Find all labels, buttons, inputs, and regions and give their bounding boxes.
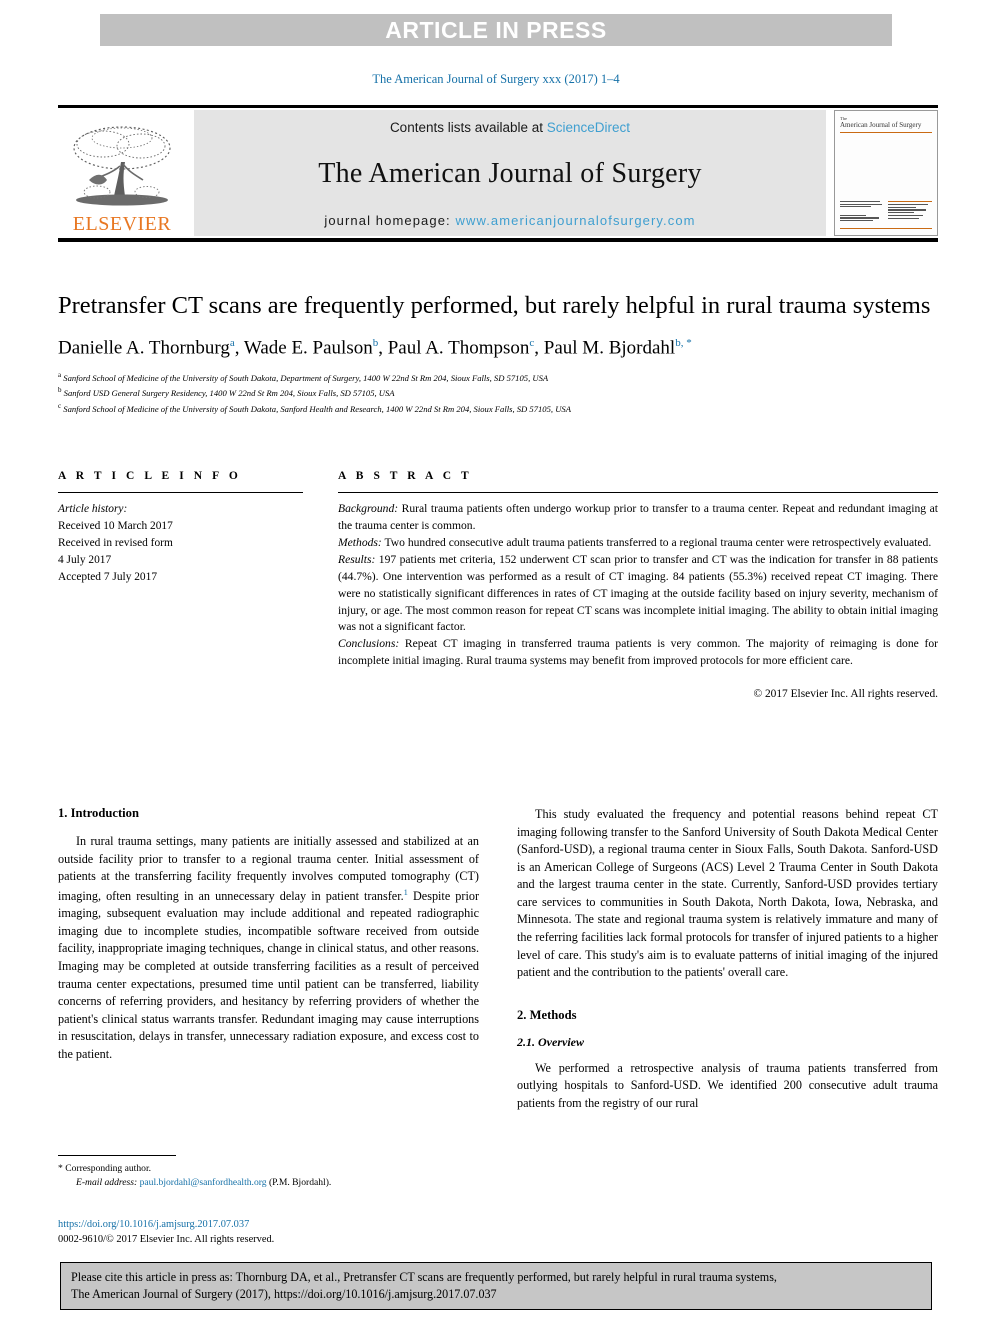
author-name: Danielle A. Thornburg <box>58 337 230 359</box>
elsevier-tree-icon <box>67 122 177 214</box>
cover-contents-block <box>840 200 932 223</box>
journal-title: The American Journal of Surgery <box>318 158 702 189</box>
cover-contents-left <box>840 200 884 223</box>
cover-title: The American Journal of Surgery <box>840 116 932 130</box>
email-suffix: (P.M. Bjordahl). <box>266 1177 332 1189</box>
doi-link[interactable]: https://doi.org/10.1016/j.amjsurg.2017.0… <box>58 1219 249 1230</box>
author-name: Paul A. Thompson <box>387 337 530 359</box>
citation-line-1: Please cite this article in press as: Th… <box>71 1270 777 1284</box>
paragraph: This study evaluated the frequency and p… <box>517 807 938 980</box>
article-history-label: Article history: <box>58 503 128 515</box>
running-head: The American Journal of Surgery xxx (201… <box>372 72 620 86</box>
masthead-bottom-rule <box>58 238 938 242</box>
affiliation-mark: a <box>58 370 62 379</box>
body-right-column: This study evaluated the frequency and p… <box>517 806 938 1112</box>
cover-accent-rule <box>840 131 932 133</box>
article-info-heading: A R T I C L E I N F O <box>58 470 242 482</box>
abstract-section: Results: 197 patients met criteria, 152 … <box>338 552 938 637</box>
abstract-column: A B S T R A C T Background: Rural trauma… <box>338 470 938 703</box>
journal-cover-thumbnail: The American Journal of Surgery <box>834 110 938 236</box>
article-info-rule <box>58 492 303 493</box>
affiliation-mark: b <box>58 386 62 395</box>
affiliation-text: Sanford School of Medicine of the Univer… <box>63 372 549 383</box>
article-history: Article history: Received 10 March 2017 … <box>58 501 303 585</box>
affiliation-item: c Sanford School of Medicine of the Univ… <box>58 401 938 417</box>
elsevier-logo: ELSEVIER <box>58 110 186 236</box>
abstract-section-label: Results: <box>338 552 376 566</box>
email-link[interactable]: paul.bjordahl@sanfordhealth.org <box>140 1177 267 1188</box>
title-block: Pretransfer CT scans are frequently perf… <box>58 290 938 417</box>
article-history-line: Accepted 7 July 2017 <box>58 570 158 583</box>
journal-homepage-prefix: journal homepage: <box>324 213 456 228</box>
paragraph-text: Despite prior imaging, subsequent evalua… <box>58 888 480 1061</box>
page-title: Pretransfer CT scans are frequently perf… <box>58 292 931 319</box>
abstract-heading: A B S T R A C T <box>338 470 473 482</box>
footnote-block: * Corresponding author. E-mail address: … <box>58 1155 479 1191</box>
corresponding-author-line: * Corresponding author. <box>58 1162 479 1176</box>
citation-notice-box: Please cite this article in press as: Th… <box>60 1262 932 1310</box>
body-columns: 1. Introduction In rural trauma settings… <box>58 806 938 1112</box>
abstract-section: Background: Rural trauma patients often … <box>338 501 938 535</box>
doi-line: https://doi.org/10.1016/j.amjsurg.2017.0… <box>58 1218 479 1233</box>
abstract-section: Methods: Two hundred consecutive adult t… <box>338 535 938 552</box>
author-affiliation-mark[interactable]: a <box>230 337 235 349</box>
body-left-column: 1. Introduction In rural trauma settings… <box>58 806 479 1112</box>
affiliation-text: Sanford USD General Surgery Residency, 1… <box>63 388 395 399</box>
contents-lists-prefix: Contents lists available at <box>389 120 547 135</box>
author-name: Wade E. Paulson <box>243 337 373 359</box>
abstract-section-label: Background: <box>338 502 399 515</box>
corresponding-author-marker: * <box>58 1163 63 1174</box>
abstract-body: Background: Rural trauma patients often … <box>338 501 938 703</box>
article-history-line: Received 10 March 2017 <box>58 519 173 532</box>
corresponding-author-label: Corresponding author. <box>65 1163 152 1174</box>
cover-contents-right <box>888 200 932 223</box>
author-name: Paul M. Bjordahl <box>543 337 676 359</box>
article-info-column: A R T I C L E I N F O Article history: R… <box>58 470 303 703</box>
info-abstract-row: A R T I C L E I N F O Article history: R… <box>58 470 938 703</box>
article-in-press-label: ARTICLE IN PRESS <box>385 16 607 43</box>
affiliation-item: b Sanford USD General Surgery Residency,… <box>58 385 938 401</box>
section-heading-methods: 2. Methods <box>517 1007 577 1022</box>
subsection-heading-overview: 2.1. Overview <box>517 1034 584 1049</box>
author-affiliation-mark[interactable]: b <box>373 337 379 349</box>
author-list: Danielle A. Thornburga, Wade E. Paulsonb… <box>58 337 692 359</box>
abstract-rule <box>338 492 938 493</box>
abstract-copyright: © 2017 Elsevier Inc. All rights reserved… <box>753 688 938 701</box>
email-line: E-mail address: paul.bjordahl@sanfordhea… <box>58 1176 479 1190</box>
doi-block: https://doi.org/10.1016/j.amjsurg.2017.0… <box>58 1218 479 1248</box>
masthead-top-rule <box>58 105 938 108</box>
affiliation-list: a Sanford School of Medicine of the Univ… <box>58 370 938 417</box>
section-heading-introduction: 1. Introduction <box>58 806 139 820</box>
paragraph: We performed a retrospective analysis of… <box>517 1060 938 1110</box>
affiliation-mark: c <box>58 402 62 411</box>
paragraph: In rural trauma settings, many patients … <box>58 833 479 1063</box>
article-in-press-banner: ARTICLE IN PRESS <box>100 14 892 46</box>
abstract-section-text: 197 patients met criteria, 152 underwent… <box>338 552 938 634</box>
abstract-section: Conclusions: Repeat CT imaging in transf… <box>338 636 938 670</box>
abstract-section-label: Methods: <box>338 535 382 549</box>
cover-title-main: American Journal of Surgery <box>840 120 922 129</box>
article-history-line: 4 July 2017 <box>58 553 112 566</box>
citation-line-2: The American Journal of Surgery (2017), … <box>71 1287 497 1302</box>
article-history-line: Received in revised form <box>58 536 173 549</box>
abstract-section-text: Repeat CT imaging in transferred trauma … <box>338 637 938 668</box>
author-affiliation-mark[interactable]: c <box>529 337 534 349</box>
journal-homepage-link[interactable]: www.americanjournalofsurgery.com <box>455 213 695 228</box>
journal-masthead: ELSEVIER Contents lists available at Sci… <box>58 105 938 242</box>
author-affiliation-mark[interactable]: b, * <box>675 337 692 349</box>
abstract-section-label: Conclusions: <box>338 637 400 651</box>
abstract-section-text: Rural trauma patients often undergo work… <box>338 502 938 532</box>
issn-copyright-line: 0002-9610/© 2017 Elsevier Inc. All right… <box>58 1233 275 1245</box>
affiliation-text: Sanford School of Medicine of the Univer… <box>63 404 571 415</box>
masthead-center-box: Contents lists available at ScienceDirec… <box>194 110 826 236</box>
contents-lists-line: Contents lists available at ScienceDirec… <box>390 120 630 135</box>
journal-homepage-line: journal homepage: www.americanjournalofs… <box>324 213 695 228</box>
elsevier-wordmark: ELSEVIER <box>72 213 172 235</box>
email-label: E-mail address: <box>76 1177 138 1189</box>
abstract-section-text: Two hundred consecutive adult trauma pat… <box>381 535 932 549</box>
affiliation-item: a Sanford School of Medicine of the Univ… <box>58 370 938 386</box>
sciencedirect-link[interactable]: ScienceDirect <box>547 120 630 135</box>
footnote-rule <box>58 1155 176 1156</box>
cover-footer-rule <box>840 228 932 229</box>
